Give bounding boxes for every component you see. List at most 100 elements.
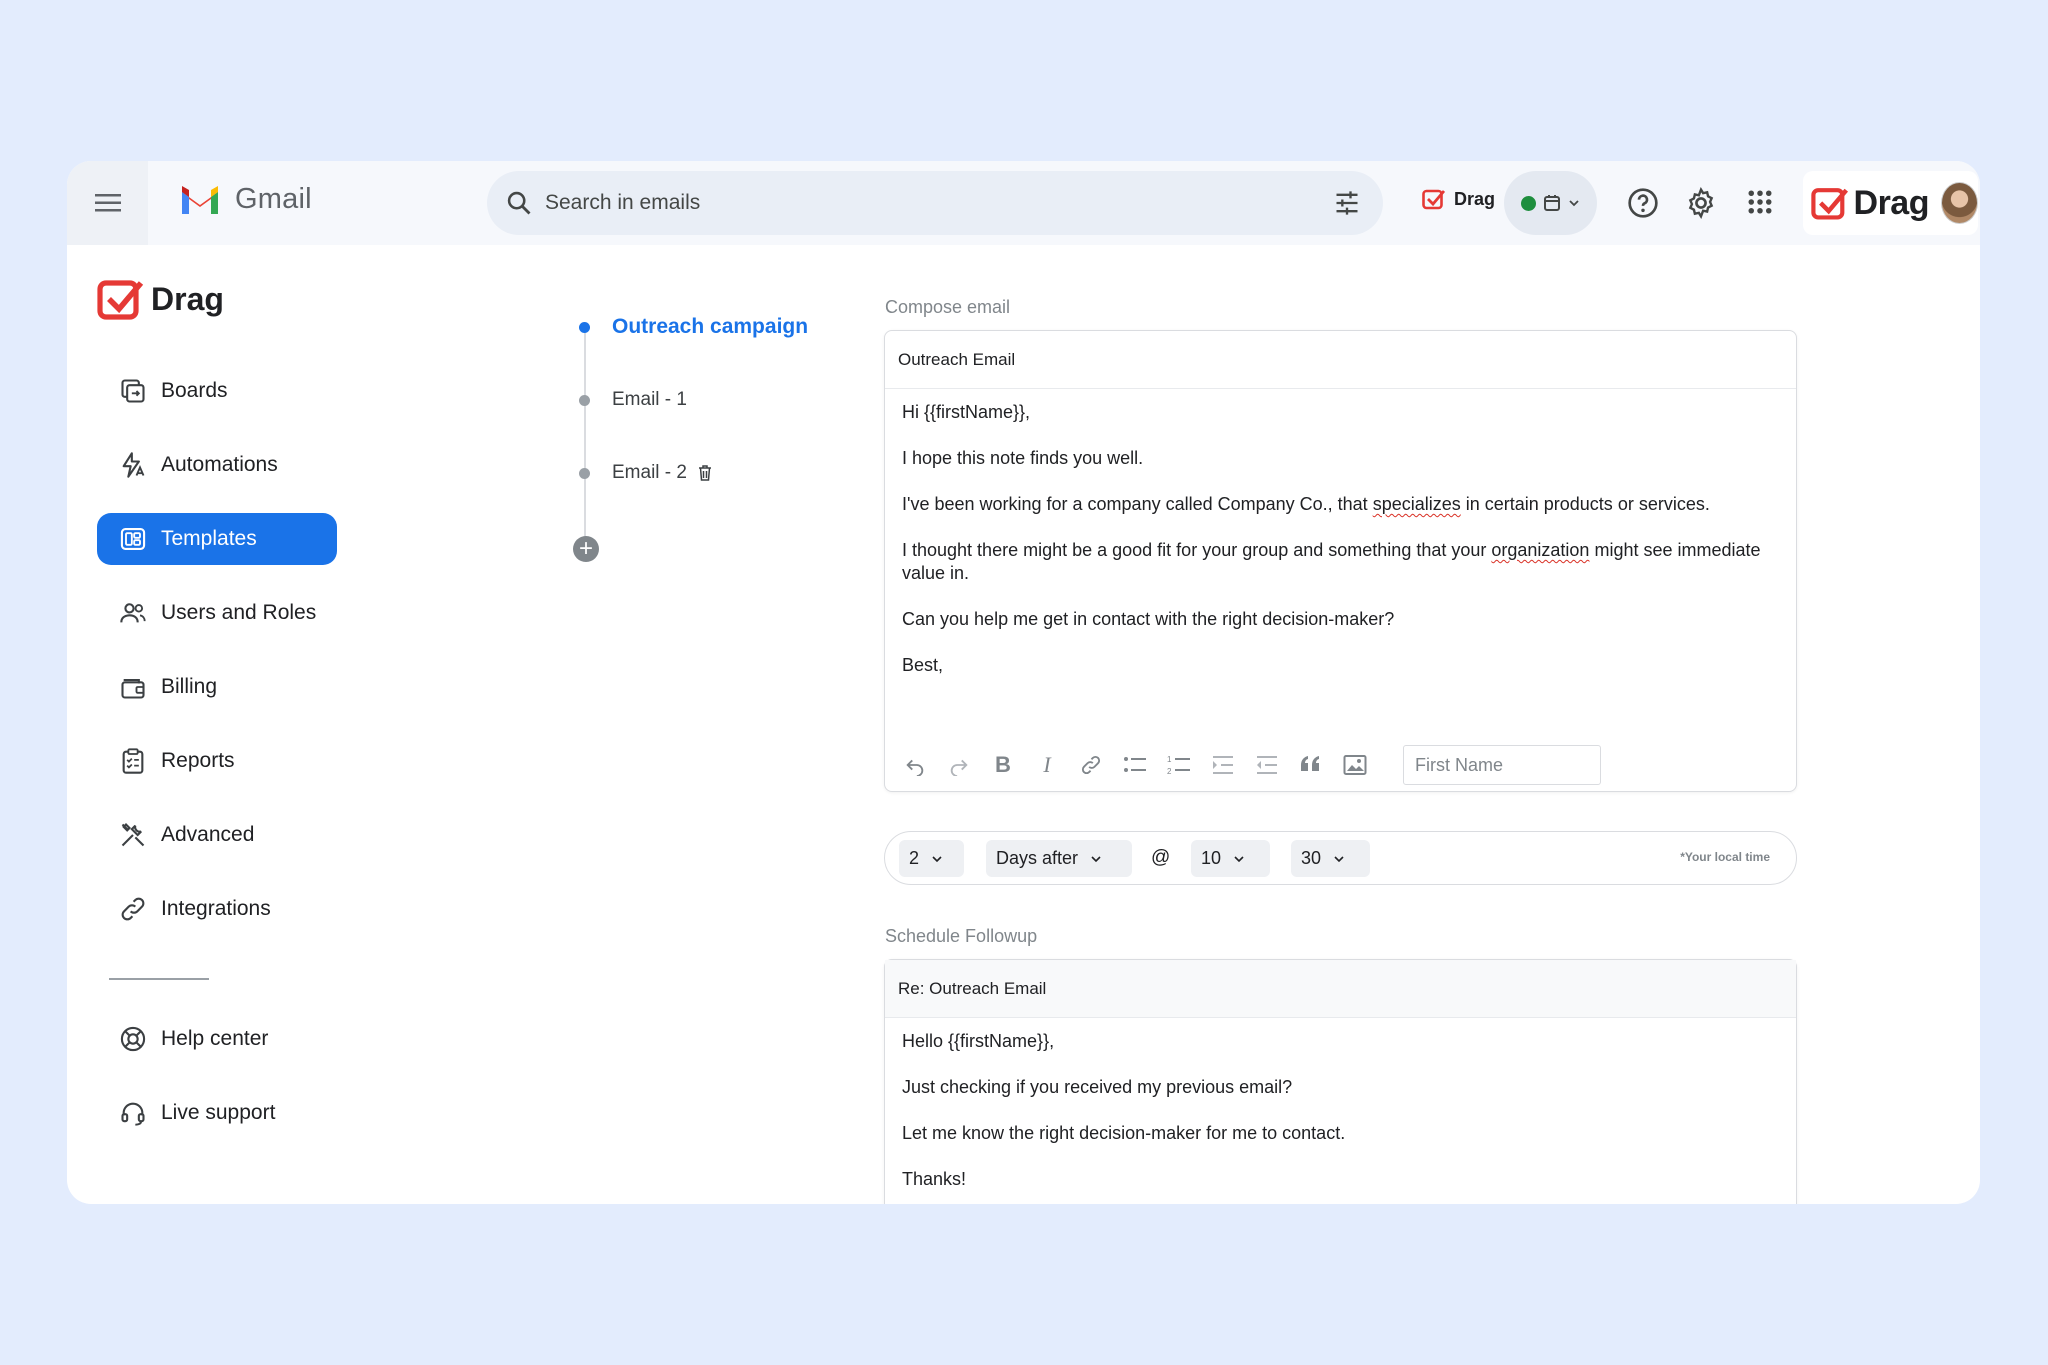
minute-value: 30 xyxy=(1301,848,1322,868)
sidebar-item-reports[interactable]: Reports xyxy=(97,735,337,787)
body-signoff: Best, xyxy=(902,655,944,675)
undo-icon[interactable] xyxy=(903,753,927,777)
followup-greeting: Hello {{firstName}}, xyxy=(902,1031,1055,1051)
relation-select[interactable]: Days after xyxy=(986,840,1132,877)
users-icon xyxy=(120,603,146,623)
hour-value: 10 xyxy=(1201,848,1222,868)
sidebar-item-help-center[interactable]: Help center xyxy=(97,1013,337,1065)
search-bar[interactable] xyxy=(487,171,1383,235)
sidebar-item-label: Users and Roles xyxy=(161,601,317,624)
body-line-4: Can you help me get in contact with the … xyxy=(902,609,1395,629)
redo-icon[interactable] xyxy=(947,753,971,777)
body-line-1: I hope this note finds you well. xyxy=(902,448,1144,468)
drag-extension-button[interactable]: Drag xyxy=(1422,188,1495,210)
step-email-2[interactable]: Email - 2 xyxy=(579,462,713,484)
outdent-icon[interactable] xyxy=(1255,753,1279,777)
followup-section-label: Schedule Followup xyxy=(885,926,1038,946)
compose-body-editor[interactable]: Hi {{firstName}}, I hope this note finds… xyxy=(885,389,1796,712)
chevron-down-icon xyxy=(1334,855,1344,862)
quote-icon[interactable] xyxy=(1299,753,1323,777)
trash-icon[interactable] xyxy=(697,464,713,482)
body-greeting: Hi {{firstName}}, xyxy=(902,402,1031,422)
chevron-down-icon xyxy=(932,855,942,862)
drag-logo-icon xyxy=(1811,188,1849,220)
brand-wordmark: Drag xyxy=(1853,183,1930,222)
followup-body-editor[interactable]: Hello {{firstName}}, Just checking if yo… xyxy=(885,1018,1796,1204)
search-icon[interactable] xyxy=(505,189,533,217)
gmail-header: Gmail Drag Drag xyxy=(67,161,1980,245)
step-email-2-label: Email - 2 xyxy=(612,462,687,483)
local-time-note: *Your local time xyxy=(1680,850,1770,864)
step-campaign[interactable]: Outreach campaign xyxy=(579,315,808,339)
hour-select[interactable]: 10 xyxy=(1191,840,1270,877)
search-input[interactable] xyxy=(545,183,1305,223)
chevron-down-icon xyxy=(1569,200,1579,207)
numbered-list-icon[interactable]: 12 xyxy=(1167,753,1191,777)
schedule-row: 2 Days after @ 10 30 *Your local time xyxy=(884,831,1797,885)
tools-icon xyxy=(121,823,145,847)
compose-section-label: Compose email xyxy=(885,297,1011,317)
svg-text:2: 2 xyxy=(1167,767,1172,776)
followup-subject-field[interactable]: Re: Outreach Email xyxy=(885,960,1796,1018)
chevron-down-icon xyxy=(1091,855,1101,862)
body-line-2: I've been working for a company called C… xyxy=(902,494,1710,514)
apps-grid-icon[interactable] xyxy=(1745,187,1775,217)
sidebar-item-label: Advanced xyxy=(161,823,255,846)
bulleted-list-icon[interactable] xyxy=(1123,753,1147,777)
boards-icon xyxy=(121,379,145,403)
sidebar-item-label: Billing xyxy=(161,675,218,698)
step-dot xyxy=(579,394,590,406)
minute-select[interactable]: 30 xyxy=(1291,840,1370,877)
body-line-3: I thought there might be a good fit for … xyxy=(902,540,1761,583)
sidebar-item-label: Boards xyxy=(161,379,228,402)
compose-subject-field[interactable]: Outreach Email xyxy=(885,331,1796,389)
sidebar-item-boards[interactable]: Boards xyxy=(97,365,337,417)
main-menu-button[interactable] xyxy=(67,161,148,245)
sidebar-item-label: Integrations xyxy=(161,897,271,920)
clipboard-icon xyxy=(122,748,144,774)
help-icon[interactable] xyxy=(1627,187,1659,219)
followup-line-1: Just checking if you received my previou… xyxy=(902,1077,1293,1097)
link-icon[interactable] xyxy=(1079,753,1103,777)
drag-check-icon xyxy=(1422,189,1446,210)
image-icon[interactable] xyxy=(1343,753,1367,777)
followup-email-card: Re: Outreach Email Hello {{firstName}}, … xyxy=(884,959,1797,1204)
days-value: 2 xyxy=(909,848,920,868)
days-select[interactable]: 2 xyxy=(899,840,964,877)
gmail-logo[interactable]: Gmail xyxy=(179,183,312,216)
step-email-1[interactable]: Email - 1 xyxy=(579,389,687,411)
drag-logo: Drag xyxy=(97,277,224,321)
account-brand-box[interactable]: Drag xyxy=(1803,171,1978,235)
bold-icon[interactable]: B xyxy=(991,752,1015,777)
sidebar-item-templates[interactable]: Templates xyxy=(97,513,337,565)
sidebar-item-live-support[interactable]: Live support xyxy=(97,1087,337,1139)
hamburger-icon xyxy=(94,194,121,212)
app-window: Gmail Drag Drag Drag xyxy=(67,161,1980,1204)
sidebar-item-billing[interactable]: Billing xyxy=(97,661,337,713)
status-calendar-toggle[interactable] xyxy=(1504,171,1597,235)
settings-gear-icon[interactable] xyxy=(1685,187,1717,219)
sidebar-divider xyxy=(109,978,209,980)
sidebar-item-label: Templates xyxy=(161,527,257,550)
search-filter-icon[interactable] xyxy=(1333,189,1361,217)
sidebar-item-automations[interactable]: Automations xyxy=(97,439,337,491)
sidebar-item-integrations[interactable]: Integrations xyxy=(97,883,337,935)
italic-icon[interactable]: I xyxy=(1035,752,1059,777)
drag-logo-icon xyxy=(97,280,144,320)
steps-connector-line xyxy=(584,329,586,549)
user-avatar[interactable] xyxy=(1940,182,1978,224)
sidebar-item-users-and-roles[interactable]: Users and Roles xyxy=(97,587,337,639)
sidebar-nav: Boards Automations Templates Users and R… xyxy=(97,365,337,957)
sidebar-item-label: Automations xyxy=(161,453,278,476)
sidebar-item-advanced[interactable]: Advanced xyxy=(97,809,337,861)
spellcheck-word: specializes xyxy=(1372,494,1461,514)
add-step-button[interactable]: + xyxy=(573,536,599,562)
followup-line-2: Let me know the right decision-maker for… xyxy=(902,1123,1346,1143)
headset-icon xyxy=(121,1102,145,1126)
indent-icon[interactable] xyxy=(1211,753,1235,777)
sidebar-item-label: Help center xyxy=(161,1027,269,1050)
compose-email-card: Outreach Email Hi {{firstName}}, I hope … xyxy=(884,330,1797,792)
variable-insert-input[interactable] xyxy=(1403,745,1601,785)
gmail-wordmark: Gmail xyxy=(235,183,312,215)
online-status-icon xyxy=(1521,195,1536,211)
